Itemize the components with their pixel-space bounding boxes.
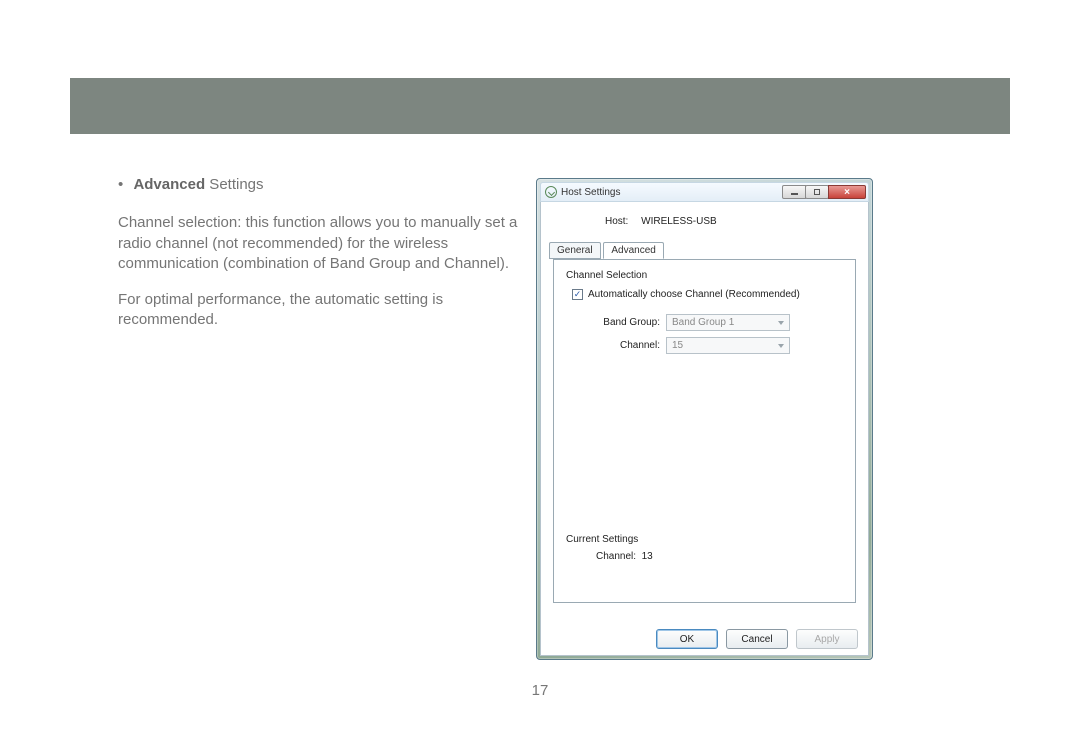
current-channel-value: 13 bbox=[642, 551, 653, 562]
paragraph-2: For optimal performance, the automatic s… bbox=[118, 290, 518, 331]
channel-dropdown[interactable]: 15 bbox=[666, 337, 790, 354]
header-band bbox=[70, 78, 1010, 134]
tab-advanced[interactable]: Advanced bbox=[603, 242, 663, 259]
cancel-button[interactable]: Cancel bbox=[726, 629, 788, 649]
host-label: Host: bbox=[605, 216, 628, 227]
band-group-row: Band Group: Band Group 1 bbox=[596, 314, 843, 331]
host-settings-dialog: Host Settings × Host: WIRELESS-USB Gener… bbox=[536, 178, 873, 660]
tab-general[interactable]: General bbox=[549, 242, 601, 259]
auto-channel-checkbox[interactable]: ✓ bbox=[572, 289, 583, 300]
window-title: Host Settings bbox=[561, 187, 783, 198]
auto-channel-row[interactable]: ✓ Automatically choose Channel (Recommen… bbox=[572, 289, 843, 300]
current-settings-block: Current Settings Channel: 13 bbox=[566, 534, 653, 562]
tabstrip: General Advanced bbox=[549, 241, 856, 259]
channel-selection-title: Channel Selection bbox=[566, 270, 843, 281]
page-number: 17 bbox=[0, 682, 1080, 699]
band-group-label: Band Group: bbox=[596, 317, 660, 328]
host-line: Host: WIRELESS-USB bbox=[605, 216, 856, 227]
dialog-button-row: OK Cancel Apply bbox=[541, 629, 868, 649]
channel-label: Channel: bbox=[596, 340, 660, 351]
heading-bold: Advanced bbox=[133, 176, 205, 193]
ok-button[interactable]: OK bbox=[656, 629, 718, 649]
dialog-body: Host: WIRELESS-USB General Advanced Chan… bbox=[540, 202, 869, 656]
heading-rest: Settings bbox=[205, 176, 263, 193]
current-channel-row: Channel: 13 bbox=[596, 551, 653, 562]
minimize-button[interactable] bbox=[782, 185, 806, 199]
maximize-button[interactable] bbox=[805, 185, 829, 199]
window-buttons: × bbox=[783, 185, 866, 199]
app-icon bbox=[545, 186, 557, 198]
channel-row: Channel: 15 bbox=[596, 337, 843, 354]
tab-panel-advanced: Channel Selection ✓ Automatically choose… bbox=[553, 259, 856, 603]
band-group-dropdown[interactable]: Band Group 1 bbox=[666, 314, 790, 331]
document-text-block: • Advanced Settings Channel selection: t… bbox=[118, 175, 518, 347]
auto-channel-label: Automatically choose Channel (Recommende… bbox=[588, 289, 800, 300]
close-icon: × bbox=[844, 187, 850, 198]
current-channel-label: Channel: bbox=[596, 551, 636, 562]
paragraph-1: Channel selection: this function allows … bbox=[118, 213, 518, 274]
current-settings-title: Current Settings bbox=[566, 534, 653, 545]
host-value: WIRELESS-USB bbox=[641, 216, 717, 227]
bullet-icon: • bbox=[118, 176, 123, 193]
apply-button[interactable]: Apply bbox=[796, 629, 858, 649]
titlebar[interactable]: Host Settings × bbox=[540, 182, 869, 202]
section-heading: • Advanced Settings bbox=[118, 175, 518, 195]
close-button[interactable]: × bbox=[828, 185, 866, 199]
